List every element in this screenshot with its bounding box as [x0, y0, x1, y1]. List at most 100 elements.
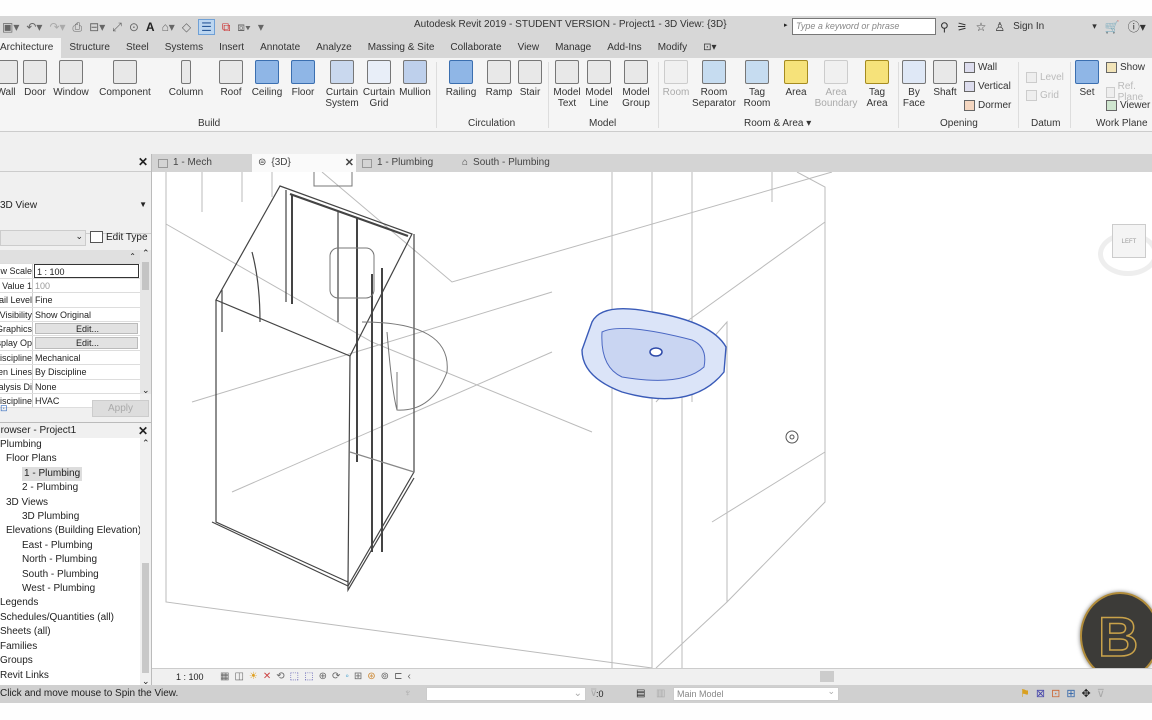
apply-button[interactable]: Apply [92, 400, 149, 417]
tab-manage[interactable]: Manage [547, 38, 599, 58]
select-links-icon[interactable]: ⚑ [1020, 685, 1030, 703]
property-row[interactable]: Show Hidden LinesBy Discipline [0, 365, 140, 380]
view-tab-1-mech[interactable]: 1 - Mech [152, 154, 252, 172]
tree-item[interactable]: Groups [0, 654, 151, 668]
tab-add-ins[interactable]: Add-Ins [599, 38, 649, 58]
tag-area-button[interactable]: Tag Area [862, 60, 892, 109]
tab-modify[interactable]: Modify [650, 38, 695, 58]
tag-room-button[interactable]: Tag Room [742, 60, 772, 109]
property-value[interactable]: None [33, 380, 140, 393]
tab-analyze[interactable]: Analyze [308, 38, 360, 58]
render-icon[interactable]: ⟲ [276, 671, 284, 682]
tab-insert[interactable]: Insert [211, 38, 252, 58]
close-tab-icon[interactable]: ✕ [345, 154, 354, 172]
browser-scrollbar[interactable]: ⌃ ⌄ [140, 438, 151, 687]
room-button[interactable]: Room [660, 60, 692, 98]
property-row[interactable]: Detail LevelFine [0, 293, 140, 308]
model-group-button[interactable]: Model Group [620, 60, 652, 109]
tree-item[interactable]: West - Plumbing [0, 582, 151, 596]
view-tab-1-plumbing[interactable]: 1 - Plumbing [356, 154, 456, 172]
edit-type-button[interactable]: Edit Type [90, 231, 148, 243]
redo-icon[interactable]: ↷▾ [49, 20, 65, 34]
sun-path-icon[interactable]: ☀ [249, 671, 258, 682]
tree-item[interactable]: Sheets (all) [0, 625, 151, 639]
visual-style-icon[interactable]: ◫ [234, 671, 243, 682]
property-value[interactable]: By Discipline [33, 365, 140, 378]
property-value[interactable]: Mechanical [33, 351, 140, 364]
grid-button[interactable]: Grid [1026, 90, 1059, 101]
sign-in-dropdown-icon[interactable]: ▾ [1092, 21, 1097, 32]
customize-icon[interactable]: ▾ [258, 20, 264, 34]
ramp-button[interactable]: Ramp [484, 60, 514, 98]
tab-collaborate[interactable]: Collaborate [442, 38, 509, 58]
help-icon[interactable]: ⓘ▾ [1128, 18, 1146, 35]
wall-button[interactable]: Wall [0, 60, 18, 98]
tab-annotate[interactable]: Annotate [252, 38, 308, 58]
tree-item[interactable]: Legends [0, 596, 151, 610]
property-row[interactable]: Graphic Display Op...Edit... [0, 336, 140, 351]
model-line-button[interactable]: Model Line [584, 60, 614, 109]
measure-icon[interactable]: ⊟▾ [89, 20, 105, 34]
collapse-icon[interactable]: ‹ [407, 671, 410, 682]
worksharing-icon[interactable]: ⊞ [354, 671, 362, 682]
select-pinned-icon[interactable]: ⊡ [1051, 685, 1060, 703]
subscription-icon[interactable]: ⚞ [957, 20, 968, 34]
filter-status-icon[interactable]: ⊽ [1097, 685, 1105, 703]
railing-button[interactable]: Railing [444, 60, 478, 98]
sign-in-link[interactable]: Sign In [1013, 21, 1044, 32]
property-value[interactable]: Fine [33, 293, 140, 306]
column-button[interactable]: Column [166, 60, 206, 98]
print-icon[interactable]: ⎙ [73, 20, 83, 35]
tree-item[interactable]: Floor Plans [0, 452, 151, 466]
tree-item[interactable]: South - Plumbing [0, 568, 151, 582]
tree-item[interactable]: 2 - Plumbing [0, 481, 151, 495]
3d-viewport[interactable]: LEFT [152, 172, 1152, 668]
stair-button[interactable]: Stair [516, 60, 544, 98]
view-tab-3d[interactable]: ⊜ {3D} ✕ [252, 154, 356, 172]
shadows-icon[interactable]: ✕ [263, 671, 271, 682]
tab-steel[interactable]: Steel [118, 38, 157, 58]
ceiling-button[interactable]: Ceiling [250, 60, 284, 98]
level-button[interactable]: Level [1026, 72, 1064, 83]
horizontal-scrollbar-thumb[interactable] [820, 671, 834, 682]
undo-icon[interactable]: ↶▾ [26, 20, 42, 34]
model-text-button[interactable]: Model Text [552, 60, 582, 109]
design-options-icon[interactable]: ▥ [656, 685, 665, 703]
tab-view[interactable]: View [510, 38, 548, 58]
viewcube[interactable]: LEFT [1094, 212, 1152, 284]
roof-button[interactable]: Roof [216, 60, 246, 98]
text-icon[interactable]: A [146, 20, 155, 34]
property-value[interactable]: 1 : 100 [34, 264, 139, 278]
property-row[interactable]: Scale Value 1:100 [0, 278, 140, 294]
workset-dropdown[interactable]: ⌄ [426, 687, 586, 701]
floor-button[interactable]: Floor [288, 60, 318, 98]
property-value[interactable]: 100 [33, 279, 140, 292]
tree-item[interactable]: 3D Plumbing [0, 510, 151, 524]
shaft-button[interactable]: Shaft [930, 60, 960, 98]
crop-view-icon[interactable]: ⬚ [290, 671, 299, 682]
tree-item[interactable]: 1 - Plumbing [0, 466, 151, 482]
property-row[interactable]: DisciplineMechanical [0, 350, 140, 366]
user-icon[interactable]: ♙ [994, 20, 1005, 34]
tag-icon[interactable]: ⊙ [129, 20, 139, 34]
design-option-dropdown[interactable]: Main Model ⌄ [673, 686, 839, 701]
scrollbar-thumb[interactable] [142, 563, 149, 673]
dimension-icon[interactable]: ⤢ [112, 20, 122, 35]
area-boundary-button[interactable]: Area Boundary [814, 60, 858, 109]
wall-opening-button[interactable]: Wall [964, 62, 997, 73]
switch-windows-icon[interactable]: ⧈▾ [237, 20, 251, 35]
properties-help-link[interactable]: ⊡ [0, 403, 8, 414]
tree-item[interactable]: Families [0, 640, 151, 654]
tab-systems[interactable]: Systems [157, 38, 211, 58]
property-row[interactable]: Default Analysis Di...None [0, 379, 140, 394]
select-underlay-icon[interactable]: ⊠ [1036, 685, 1045, 703]
scrollbar-thumb[interactable] [142, 262, 149, 290]
chevron-down-icon[interactable]: ▼ [139, 200, 147, 209]
mullion-button[interactable]: Mullion [398, 60, 432, 98]
property-row[interactable]: Visibility/Graphics ...Edit... [0, 321, 140, 337]
open-icon[interactable]: ▣▾ [2, 20, 19, 34]
tree-item[interactable]: Elevations (Building Elevation) [0, 524, 151, 538]
sections-icon[interactable]: ◇ [182, 20, 191, 34]
instance-filter-dropdown[interactable]: ⌄ [0, 230, 86, 246]
highlight-displacement-icon[interactable]: ⊏ [394, 671, 402, 682]
